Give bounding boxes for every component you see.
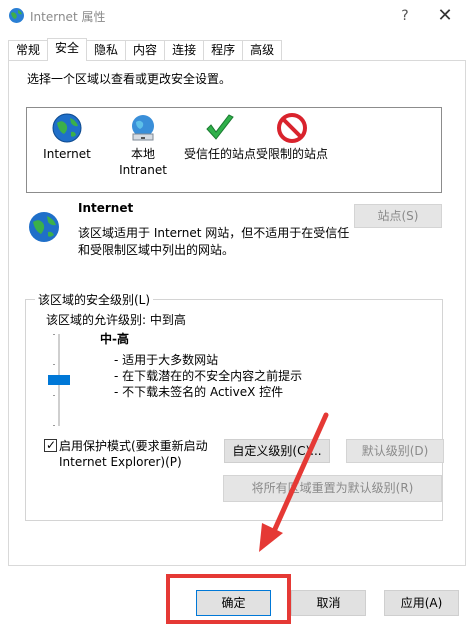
reset-all-zones-button[interactable]: 将所有区域重置为默认级别(R) <box>223 475 442 502</box>
highlight-box <box>166 574 291 624</box>
close-button[interactable]: ✕ <box>430 4 460 28</box>
custom-level-button[interactable]: 自定义级别(C)... <box>224 439 330 463</box>
level-point: - 在下载潜在的不安全内容之前提示 <box>114 369 303 383</box>
restricted-icon <box>277 113 307 143</box>
help-button[interactable]: ? <box>395 6 415 26</box>
zone-restricted-sites[interactable]: 受限制的站点 <box>252 112 332 162</box>
slider-thumb[interactable] <box>48 375 70 385</box>
zone-local-intranet[interactable]: 本地 Intranet <box>103 112 183 178</box>
checkmark-icon: ✓ <box>46 438 57 452</box>
level-point: - 适用于大多数网站 <box>114 353 219 367</box>
zone-intranet-label: 本地 Intranet <box>119 147 167 177</box>
globe-icon <box>52 113 82 143</box>
selected-zone-globe-icon <box>29 212 59 242</box>
tab-content[interactable]: 内容 <box>125 40 166 61</box>
checkmark-icon <box>206 114 234 140</box>
zone-trusted-sites[interactable]: 受信任的站点 <box>180 112 260 162</box>
window-title: Internet 属性 <box>30 10 106 24</box>
sites-button[interactable]: 站点(S) <box>354 204 442 228</box>
selected-zone-description: 该区域适用于 Internet 网站，但不适用于在受信任和受限制区域中列出的网站… <box>78 226 350 257</box>
security-level-description: - 适用于大多数网站 - 在下载潜在的不安全内容之前提示 - 不下载未签名的 A… <box>114 352 302 400</box>
intranet-icon <box>132 115 154 141</box>
protected-mode-checkbox[interactable]: ✓ 启用保护模式(要求重新启动 Internet Explorer)(P) <box>44 438 224 470</box>
tab-general[interactable]: 常规 <box>8 40 49 61</box>
default-level-button[interactable]: 默认级别(D) <box>346 439 444 463</box>
security-level-slider[interactable] <box>45 334 73 426</box>
tab-programs[interactable]: 程序 <box>203 40 244 61</box>
tab-advanced[interactable]: 高级 <box>242 40 283 61</box>
security-panel: 选择一个区域以查看或更改安全设置。 Internet 本地 Intranet 受… <box>8 60 466 566</box>
apply-button[interactable]: 应用(A) <box>384 590 459 616</box>
tab-connections[interactable]: 连接 <box>164 40 205 61</box>
allowed-levels-label: 该区域的允许级别: 中到高 <box>46 313 186 327</box>
zone-list: Internet 本地 Intranet 受信任的站点 受限制的站点 <box>26 107 442 193</box>
zone-internet[interactable]: Internet <box>27 112 107 162</box>
ie-globe-icon <box>9 8 24 23</box>
tab-strip: 常规 安全 隐私 内容 连接 程序 高级 <box>8 38 283 61</box>
zone-trusted-label: 受信任的站点 <box>183 147 256 161</box>
protected-mode-check-box[interactable]: ✓ <box>44 438 57 452</box>
protected-mode-label: 启用保护模式(要求重新启动 Internet Explorer)(P) <box>59 439 208 469</box>
security-level-group-title: 该区域的安全级别(L) <box>35 291 154 308</box>
cancel-button[interactable]: 取消 <box>291 590 366 616</box>
tab-security[interactable]: 安全 <box>47 38 88 61</box>
title-bar: Internet 属性 ? ✕ <box>0 0 474 34</box>
zone-instruction: 选择一个区域以查看或更改安全设置。 <box>27 72 232 86</box>
selected-zone-title: Internet <box>78 201 134 215</box>
tab-privacy[interactable]: 隐私 <box>86 40 127 61</box>
level-point: - 不下载未签名的 ActiveX 控件 <box>114 385 284 399</box>
zone-restricted-label: 受限制的站点 <box>255 147 328 161</box>
zone-internet-label: Internet <box>43 147 91 161</box>
security-level-name: 中-高 <box>100 332 129 346</box>
